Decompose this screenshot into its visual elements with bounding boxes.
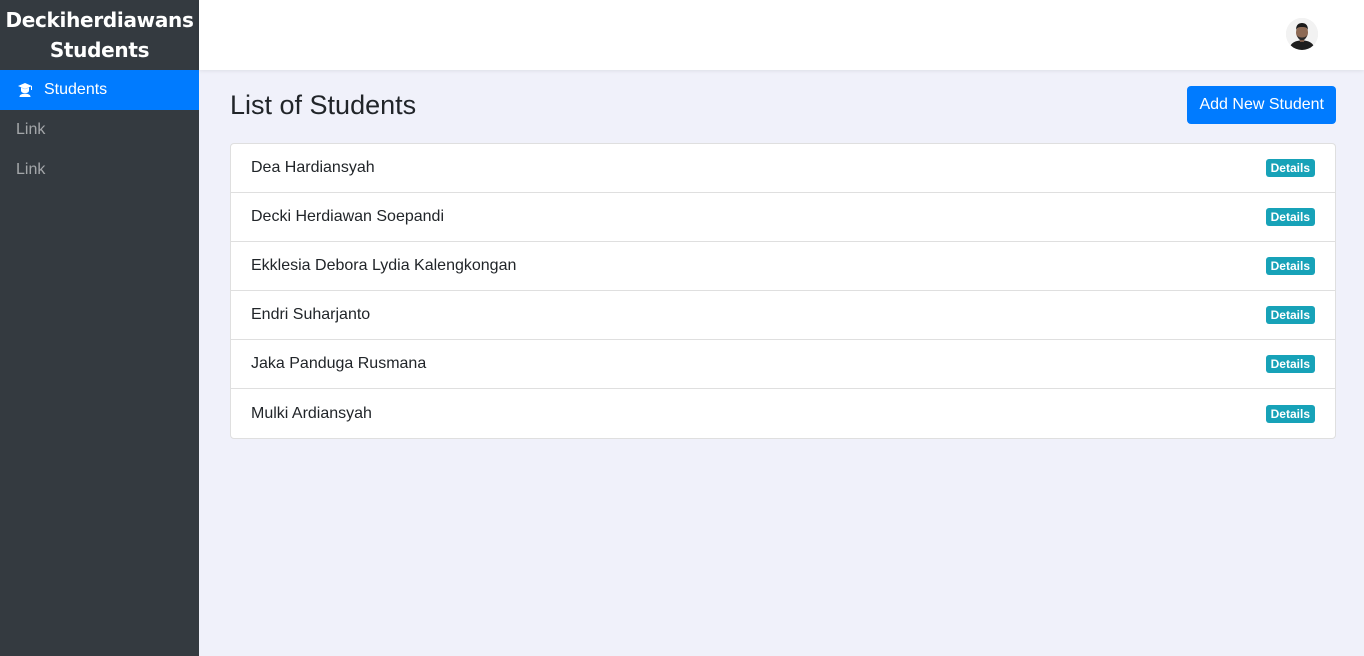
details-badge[interactable]: Details: [1265, 257, 1315, 275]
user-avatar[interactable]: [1286, 18, 1318, 50]
details-badge[interactable]: Details: [1265, 208, 1315, 226]
details-badge[interactable]: Details: [1265, 159, 1315, 177]
list-item: Endri Suharjanto Details: [231, 291, 1335, 340]
sidebar-item-label: Link: [16, 121, 46, 138]
page-header: List of Students Add New Student: [230, 86, 1336, 124]
student-name: Dea Hardiansyah: [251, 159, 375, 176]
details-badge[interactable]: Details: [1265, 355, 1315, 373]
student-list: Dea Hardiansyah Details Decki Herdiawan …: [230, 143, 1336, 439]
brand-line-2: Students: [49, 38, 150, 62]
student-name: Jaka Panduga Rusmana: [251, 355, 427, 372]
content-area: List of Students Add New Student Dea Har…: [199, 70, 1364, 439]
student-name: Ekklesia Debora Lydia Kalengkongan: [251, 257, 517, 274]
list-item: Mulki Ardiansyah Details: [231, 389, 1335, 438]
add-new-student-button[interactable]: Add New Student: [1187, 86, 1336, 124]
page-title: List of Students: [230, 89, 417, 120]
student-name: Endri Suharjanto: [251, 306, 371, 323]
sidebar-item-students[interactable]: Students: [0, 70, 199, 110]
details-badge[interactable]: Details: [1265, 306, 1315, 324]
details-badge[interactable]: Details: [1265, 404, 1315, 423]
sidebar-item-label: Link: [16, 161, 46, 178]
sidebar-item-label: Students: [44, 81, 108, 98]
sidebar-item-link-1[interactable]: Link: [0, 110, 199, 150]
student-icon: [16, 81, 34, 99]
app-layout: Deckiherdiawans Students Students Link L…: [0, 0, 1364, 656]
list-item: Decki Herdiawan Soepandi Details: [231, 193, 1335, 242]
main-area: List of Students Add New Student Dea Har…: [199, 0, 1364, 656]
brand-line-1: Deckiherdiawans: [5, 8, 194, 32]
brand-title[interactable]: Deckiherdiawans Students: [0, 0, 199, 70]
sidebar: Deckiherdiawans Students Students Link L…: [0, 0, 199, 656]
top-navbar: [199, 0, 1364, 70]
sidebar-item-link-2[interactable]: Link: [0, 150, 199, 190]
student-name: Decki Herdiawan Soepandi: [251, 208, 444, 225]
list-item: Dea Hardiansyah Details: [231, 144, 1335, 193]
list-item: Ekklesia Debora Lydia Kalengkongan Detai…: [231, 242, 1335, 291]
list-item: Jaka Panduga Rusmana Details: [231, 340, 1335, 389]
student-name: Mulki Ardiansyah: [251, 404, 372, 422]
